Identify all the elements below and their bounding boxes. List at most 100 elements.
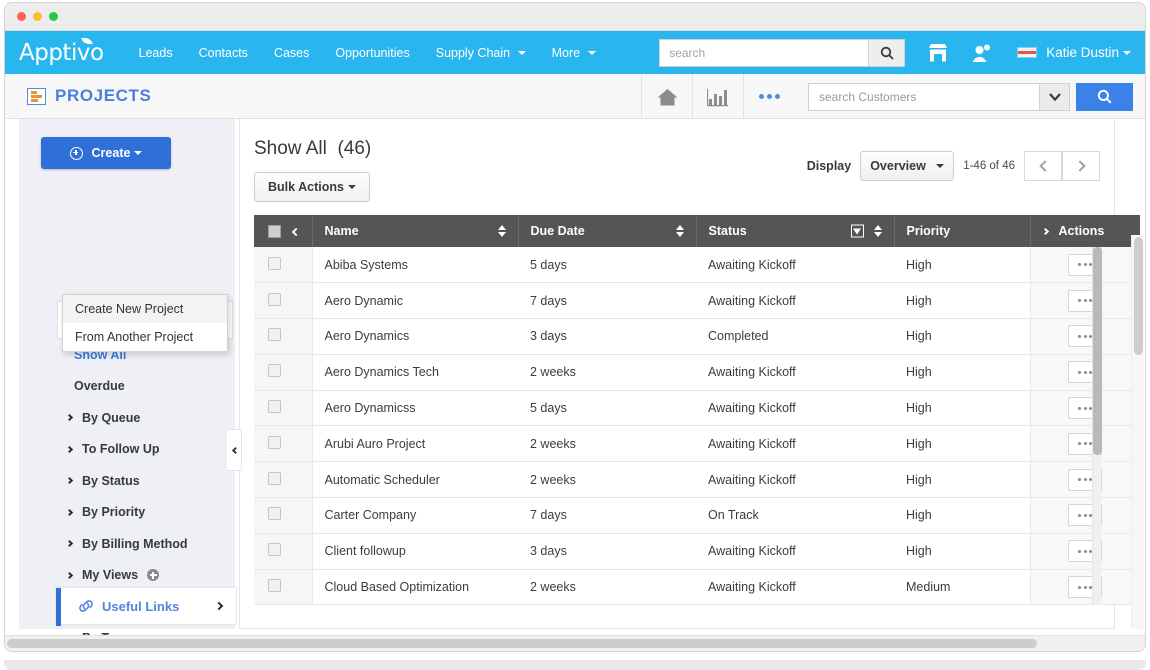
column-header-actions[interactable]: Actions xyxy=(1030,215,1140,247)
cell-actions[interactable] xyxy=(1030,462,1140,498)
row-select-cell[interactable] xyxy=(254,283,312,319)
chevron-left-icon[interactable] xyxy=(292,227,300,235)
display-select[interactable]: Overview xyxy=(860,151,954,181)
people-button[interactable] xyxy=(971,43,993,63)
row-checkbox[interactable] xyxy=(268,507,281,520)
cell-actions[interactable] xyxy=(1030,533,1140,569)
cell-actions[interactable] xyxy=(1030,390,1140,426)
table-row[interactable]: Abiba Systems 5 days Awaiting Kickoff Hi… xyxy=(254,247,1140,283)
window-maximize-dot[interactable] xyxy=(49,12,58,21)
sort-icon[interactable] xyxy=(498,225,506,237)
sidebar-item-overdue[interactable]: Overdue xyxy=(19,371,235,403)
sort-icon[interactable] xyxy=(676,225,684,237)
window-minimize-dot[interactable] xyxy=(33,12,42,21)
sidebar-item-by-status[interactable]: By Status xyxy=(19,465,235,497)
cell-actions[interactable] xyxy=(1030,283,1140,319)
row-select-cell[interactable] xyxy=(254,426,312,462)
table-row[interactable]: Arubi Auro Project 2 weeks Awaiting Kick… xyxy=(254,426,1140,462)
column-header-priority[interactable]: Priority xyxy=(894,215,1030,247)
menu-item-from-another-project[interactable]: From Another Project xyxy=(63,323,227,351)
column-header-status[interactable]: Status xyxy=(696,215,894,247)
row-checkbox[interactable] xyxy=(268,472,281,485)
cell-name[interactable]: Aero Dynamics Tech xyxy=(312,354,518,390)
prev-page-button[interactable] xyxy=(1024,151,1062,181)
sidebar-item-by-billing-method[interactable]: By Billing Method xyxy=(19,528,235,560)
row-checkbox[interactable] xyxy=(268,436,281,449)
cell-name[interactable]: Carter Company xyxy=(312,498,518,534)
row-select-cell[interactable] xyxy=(254,390,312,426)
user-menu[interactable]: Katie Dustin xyxy=(1017,45,1131,60)
row-select-cell[interactable] xyxy=(254,247,312,283)
table-row[interactable]: Aero Dynamics 3 days Completed High xyxy=(254,319,1140,355)
cell-actions[interactable] xyxy=(1030,498,1140,534)
cell-actions[interactable] xyxy=(1030,354,1140,390)
sidebar-item-to-follow-up[interactable]: To Follow Up xyxy=(19,434,235,466)
filter-icon[interactable] xyxy=(851,225,864,238)
row-select-cell[interactable] xyxy=(254,498,312,534)
cell-name[interactable]: Aero Dynamicss xyxy=(312,390,518,426)
window-close-dot[interactable] xyxy=(17,12,26,21)
table-row[interactable]: Aero Dynamicss 5 days Awaiting Kickoff H… xyxy=(254,390,1140,426)
menu-item-create-new-project[interactable]: Create New Project xyxy=(63,295,227,323)
page-vertical-scrollbar[interactable] xyxy=(1131,235,1144,629)
more-options-button[interactable] xyxy=(743,74,794,119)
nav-item-contacts[interactable]: Contacts xyxy=(186,46,261,60)
nav-item-cases[interactable]: Cases xyxy=(261,46,322,60)
table-row[interactable]: Carter Company 7 days On Track High xyxy=(254,498,1140,534)
reports-button[interactable] xyxy=(692,74,743,119)
search-input[interactable] xyxy=(660,40,868,66)
row-checkbox[interactable] xyxy=(268,400,281,413)
table-row[interactable]: Aero Dynamics Tech 2 weeks Awaiting Kick… xyxy=(254,354,1140,390)
cell-name[interactable]: Abiba Systems xyxy=(312,247,518,283)
page-horizontal-scrollbar[interactable] xyxy=(5,635,1145,651)
bulk-actions-button[interactable]: Bulk Actions xyxy=(254,172,370,202)
cell-name[interactable]: Cloud Based Optimization xyxy=(312,569,518,605)
row-select-cell[interactable] xyxy=(254,319,312,355)
customer-search-dropdown[interactable] xyxy=(1039,84,1069,110)
apptivo-logo[interactable]: Apptivo xyxy=(19,40,104,66)
select-all-checkbox[interactable] xyxy=(268,225,281,238)
column-header-due-date[interactable]: Due Date xyxy=(518,215,696,247)
page-vertical-scrollbar-thumb[interactable] xyxy=(1134,237,1143,355)
row-checkbox[interactable] xyxy=(268,543,281,556)
row-select-cell[interactable] xyxy=(254,354,312,390)
row-select-cell[interactable] xyxy=(254,569,312,605)
row-checkbox[interactable] xyxy=(268,579,281,592)
nav-item-supply-chain[interactable]: Supply Chain xyxy=(423,46,539,60)
row-checkbox[interactable] xyxy=(268,364,281,377)
table-scrollbar-thumb[interactable] xyxy=(1093,247,1102,455)
cell-actions[interactable] xyxy=(1030,569,1140,605)
cell-actions[interactable] xyxy=(1030,319,1140,355)
cell-name[interactable]: Aero Dynamics xyxy=(312,319,518,355)
table-row[interactable]: Client followup 3 days Awaiting Kickoff … xyxy=(254,533,1140,569)
row-checkbox[interactable] xyxy=(268,257,281,270)
page-horizontal-scrollbar-thumb[interactable] xyxy=(7,639,1037,648)
column-header-name[interactable]: Name xyxy=(312,215,518,247)
search-button[interactable] xyxy=(868,40,904,66)
cell-name[interactable]: Arubi Auro Project xyxy=(312,426,518,462)
cell-name[interactable]: Client followup xyxy=(312,533,518,569)
sidebar-collapse-handle[interactable] xyxy=(227,429,242,471)
cell-actions[interactable] xyxy=(1030,426,1140,462)
cell-name[interactable]: Automatic Scheduler xyxy=(312,462,518,498)
create-button[interactable]: Create xyxy=(41,137,171,169)
customer-search-input[interactable] xyxy=(809,84,1039,110)
store-button[interactable] xyxy=(927,43,949,63)
sidebar-item-useful-links[interactable]: Useful Links xyxy=(55,587,237,625)
customer-search-button[interactable] xyxy=(1076,83,1133,111)
cell-actions[interactable] xyxy=(1030,247,1140,283)
row-checkbox[interactable] xyxy=(268,328,281,341)
table-row[interactable]: Aero Dynamic 7 days Awaiting Kickoff Hig… xyxy=(254,283,1140,319)
add-view-icon[interactable] xyxy=(147,569,159,581)
sidebar-item-by-queue[interactable]: By Queue xyxy=(19,402,235,434)
table-vertical-scrollbar[interactable] xyxy=(1092,247,1101,605)
nav-item-more[interactable]: More xyxy=(539,46,609,60)
sort-icon[interactable] xyxy=(874,225,882,237)
nav-item-leads[interactable]: Leads xyxy=(126,46,186,60)
nav-item-opportunities[interactable]: Opportunities xyxy=(322,46,422,60)
cell-name[interactable]: Aero Dynamic xyxy=(312,283,518,319)
next-page-button[interactable] xyxy=(1062,151,1100,181)
row-select-cell[interactable] xyxy=(254,462,312,498)
table-row[interactable]: Cloud Based Optimization 2 weeks Awaitin… xyxy=(254,569,1140,605)
row-select-cell[interactable] xyxy=(254,533,312,569)
